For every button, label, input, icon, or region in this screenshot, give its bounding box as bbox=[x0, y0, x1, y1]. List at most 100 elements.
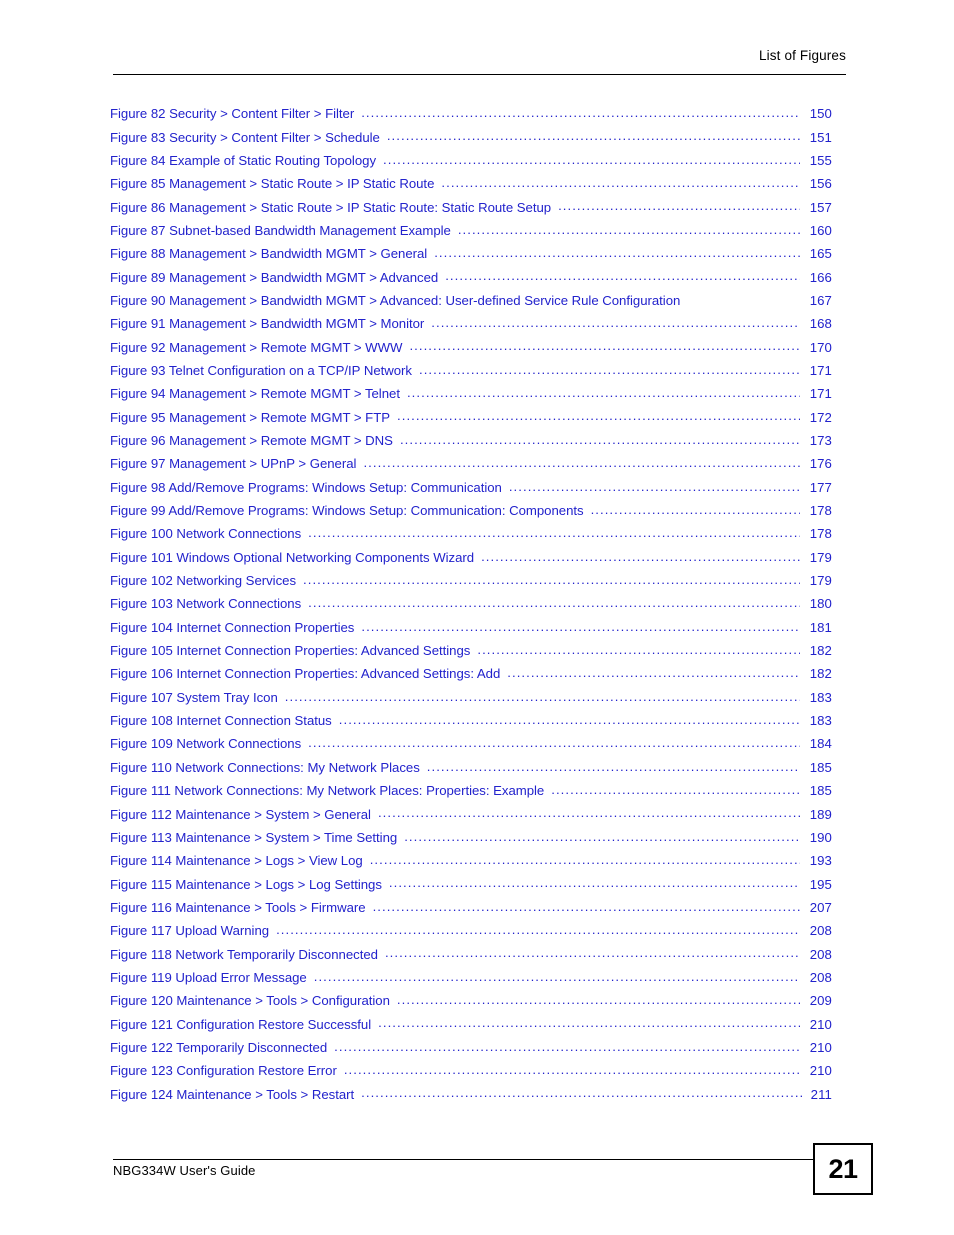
toc-entry[interactable]: Figure 120 Maintenance > Tools > Configu… bbox=[110, 992, 832, 1015]
toc-entry[interactable]: Figure 86 Management > Static Route > IP… bbox=[110, 198, 832, 221]
toc-entry[interactable]: Figure 104 Internet Connection Propertie… bbox=[110, 619, 832, 642]
toc-dot-leader bbox=[458, 222, 800, 235]
toc-dot-leader bbox=[477, 642, 800, 655]
toc-entry-label: Figure 113 Maintenance > System > Time S… bbox=[110, 829, 398, 845]
toc-entry[interactable]: Figure 110 Network Connections: My Netwo… bbox=[110, 759, 832, 782]
toc-entry-label: Figure 94 Management > Remote MGMT > Tel… bbox=[110, 386, 400, 402]
toc-entry[interactable]: Figure 91 Management > Bandwidth MGMT > … bbox=[110, 315, 832, 338]
toc-dot-leader bbox=[400, 432, 800, 445]
toc-entry[interactable]: Figure 114 Maintenance > Logs > View Log… bbox=[110, 852, 832, 875]
toc-dot-leader bbox=[378, 1015, 800, 1028]
toc-entry[interactable]: Figure 88 Management > Bandwidth MGMT > … bbox=[110, 245, 832, 268]
toc-entry-label: Figure 101 Windows Optional Networking C… bbox=[110, 549, 475, 565]
toc-entry[interactable]: Figure 108 Internet Connection Status 183 bbox=[110, 712, 832, 735]
toc-entry[interactable]: Figure 124 Maintenance > Tools > Restart… bbox=[110, 1085, 832, 1108]
toc-entry-label: Figure 92 Management > Remote MGMT > WWW bbox=[110, 339, 403, 355]
toc-entry[interactable]: Figure 117 Upload Warning 208 bbox=[110, 922, 832, 945]
footer-guide-title: NBG334W User's Guide bbox=[113, 1163, 256, 1178]
toc-entry-page-number: 195 bbox=[809, 876, 832, 892]
toc-entry[interactable]: Figure 106 Internet Connection Propertie… bbox=[110, 665, 832, 688]
toc-dot-leader bbox=[361, 1085, 805, 1098]
toc-dot-leader bbox=[397, 408, 800, 421]
document-page: List of Figures Figure 82 Security > Con… bbox=[0, 0, 954, 1235]
toc-entry-page-number: 157 bbox=[809, 199, 832, 215]
toc-entry-label: Figure 120 Maintenance > Tools > Configu… bbox=[110, 993, 390, 1009]
toc-entry-label: Figure 119 Upload Error Message bbox=[110, 969, 307, 985]
toc-entry-label: Figure 108 Internet Connection Status bbox=[110, 713, 332, 729]
toc-entry[interactable]: Figure 112 Maintenance > System > Genera… bbox=[110, 805, 832, 828]
toc-entry[interactable]: Figure 100 Network Connections 178 bbox=[110, 525, 832, 548]
toc-dot-leader bbox=[441, 175, 800, 188]
toc-entry-page-number: 190 bbox=[809, 829, 832, 845]
toc-entry[interactable]: Figure 99 Add/Remove Programs: Windows S… bbox=[110, 502, 832, 525]
toc-entry[interactable]: Figure 111 Network Connections: My Netwo… bbox=[110, 782, 832, 805]
toc-entry[interactable]: Figure 102 Networking Services 179 bbox=[110, 572, 832, 595]
toc-entry-page-number: 208 bbox=[809, 946, 832, 962]
toc-entry-label: Figure 116 Maintenance > Tools > Firmwar… bbox=[110, 899, 366, 915]
toc-dot-leader bbox=[481, 549, 800, 562]
toc-entry[interactable]: Figure 98 Add/Remove Programs: Windows S… bbox=[110, 479, 832, 502]
toc-dot-leader bbox=[445, 268, 800, 281]
toc-entry-label: Figure 104 Internet Connection Propertie… bbox=[110, 619, 355, 635]
toc-entry[interactable]: Figure 90 Management > Bandwidth MGMT > … bbox=[110, 292, 832, 315]
toc-entry[interactable]: Figure 82 Security > Content Filter > Fi… bbox=[110, 105, 832, 128]
toc-entry[interactable]: Figure 116 Maintenance > Tools > Firmwar… bbox=[110, 899, 832, 922]
toc-entry-page-number: 180 bbox=[809, 596, 832, 612]
toc-entry-label: Figure 93 Telnet Configuration on a TCP/… bbox=[110, 362, 412, 378]
toc-entry-page-number: 207 bbox=[809, 899, 832, 915]
toc-entry-page-number: 208 bbox=[809, 969, 832, 985]
toc-dot-leader bbox=[303, 572, 800, 585]
toc-entry[interactable]: Figure 87 Subnet-based Bandwidth Managem… bbox=[110, 222, 832, 245]
toc-entry[interactable]: Figure 94 Management > Remote MGMT > Tel… bbox=[110, 385, 832, 408]
toc-entry[interactable]: Figure 123 Configuration Restore Error 21… bbox=[110, 1062, 832, 1085]
toc-entry-label: Figure 84 Example of Static Routing Topo… bbox=[110, 152, 377, 168]
toc-entry[interactable]: Figure 118 Network Temporarily Disconnec… bbox=[110, 945, 832, 968]
toc-entry-page-number: 211 bbox=[810, 1086, 832, 1102]
toc-entry[interactable]: Figure 83 Security > Content Filter > Sc… bbox=[110, 128, 832, 151]
running-header: List of Figures bbox=[113, 48, 846, 78]
toc-entry-label: Figure 91 Management > Bandwidth MGMT > … bbox=[110, 316, 425, 332]
toc-entry[interactable]: Figure 122 Temporarily Disconnected 210 bbox=[110, 1039, 832, 1062]
toc-entry-page-number: 160 bbox=[809, 222, 832, 238]
toc-entry[interactable]: Figure 85 Management > Static Route > IP… bbox=[110, 175, 832, 198]
toc-dot-leader bbox=[551, 782, 800, 795]
toc-dot-leader bbox=[397, 992, 800, 1005]
toc-entry[interactable]: Figure 97 Management > UPnP > General 176 bbox=[110, 455, 832, 478]
toc-entry-label: Figure 98 Add/Remove Programs: Windows S… bbox=[110, 479, 502, 495]
toc-entry-page-number: 185 bbox=[809, 759, 832, 775]
toc-entry[interactable]: Figure 101 Windows Optional Networking C… bbox=[110, 549, 832, 572]
toc-entry[interactable]: Figure 115 Maintenance > Logs > Log Sett… bbox=[110, 875, 832, 898]
toc-entry[interactable]: Figure 113 Maintenance > System > Time S… bbox=[110, 829, 832, 852]
toc-entry-page-number: 176 bbox=[809, 456, 832, 472]
toc-entry-label: Figure 89 Management > Bandwidth MGMT > … bbox=[110, 269, 439, 285]
toc-entry-page-number: 177 bbox=[809, 479, 832, 495]
toc-dot-leader bbox=[389, 875, 800, 888]
toc-entry-page-number: 179 bbox=[809, 573, 832, 589]
toc-entry-page-number: 210 bbox=[809, 1039, 832, 1055]
toc-entry[interactable]: Figure 109 Network Connections 184 bbox=[110, 735, 832, 758]
toc-entry[interactable]: Figure 92 Management > Remote MGMT > WWW… bbox=[110, 338, 832, 361]
toc-entry-label: Figure 88 Management > Bandwidth MGMT > … bbox=[110, 246, 428, 262]
toc-entry[interactable]: Figure 84 Example of Static Routing Topo… bbox=[110, 152, 832, 175]
toc-dot-leader bbox=[419, 362, 800, 375]
toc-entry[interactable]: Figure 105 Internet Connection Propertie… bbox=[110, 642, 832, 665]
toc-entry-label: Figure 82 Security > Content Filter > Fi… bbox=[110, 106, 355, 122]
toc-dot-leader bbox=[378, 805, 800, 818]
page-number-box: 21 bbox=[813, 1143, 873, 1195]
toc-entry[interactable]: Figure 93 Telnet Configuration on a TCP/… bbox=[110, 362, 832, 385]
toc-entry-label: Figure 86 Management > Static Route > IP… bbox=[110, 199, 552, 215]
toc-entry[interactable]: Figure 89 Management > Bandwidth MGMT > … bbox=[110, 268, 832, 291]
toc-entry-label: Figure 99 Add/Remove Programs: Windows S… bbox=[110, 503, 584, 519]
toc-entry-label: Figure 112 Maintenance > System > Genera… bbox=[110, 806, 371, 822]
toc-entry[interactable]: Figure 95 Management > Remote MGMT > FTP… bbox=[110, 408, 832, 431]
toc-entry[interactable]: Figure 119 Upload Error Message 208 bbox=[110, 969, 832, 992]
toc-entry[interactable]: Figure 103 Network Connections 180 bbox=[110, 595, 832, 618]
toc-entry[interactable]: Figure 107 System Tray Icon 183 bbox=[110, 689, 832, 712]
toc-entry-page-number: 183 bbox=[809, 689, 832, 705]
toc-entry-page-number: 208 bbox=[809, 923, 832, 939]
toc-entry-page-number: 210 bbox=[809, 1063, 832, 1079]
toc-entry[interactable]: Figure 121 Configuration Restore Success… bbox=[110, 1015, 832, 1038]
toc-entry-page-number: 171 bbox=[809, 386, 832, 402]
toc-entry[interactable]: Figure 96 Management > Remote MGMT > DNS… bbox=[110, 432, 832, 455]
toc-entry-label: Figure 115 Maintenance > Logs > Log Sett… bbox=[110, 876, 382, 892]
